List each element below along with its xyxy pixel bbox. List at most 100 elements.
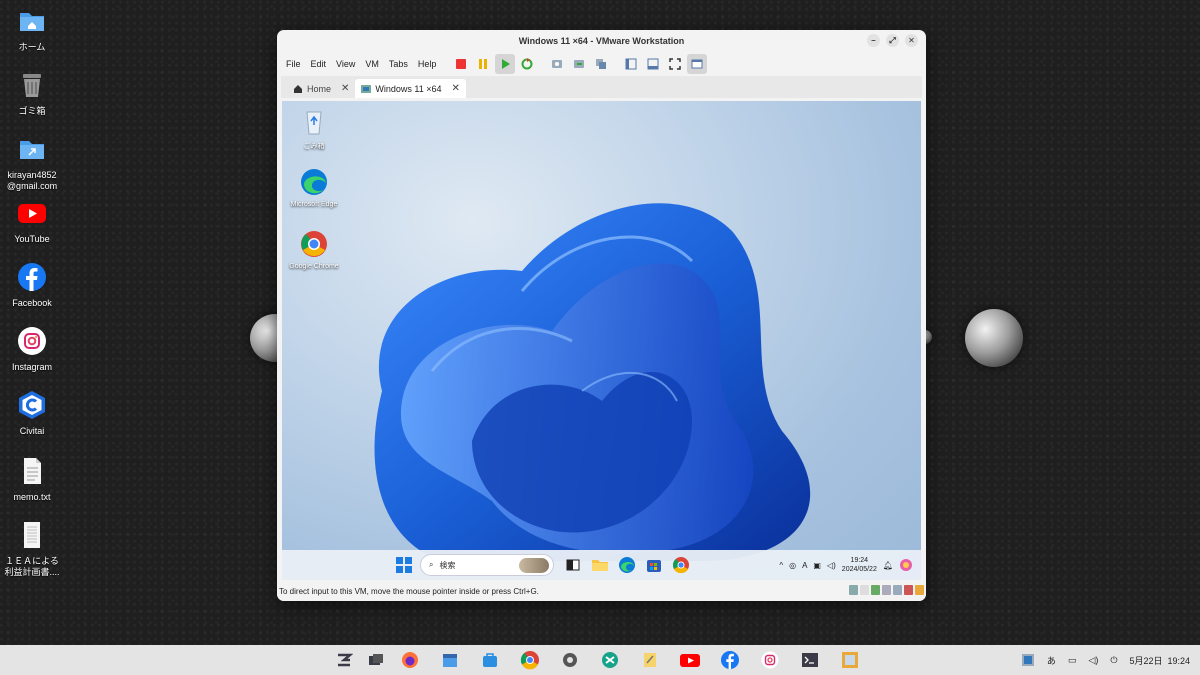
taskbar-terminal[interactable] <box>800 650 820 670</box>
taskbar-instagram[interactable] <box>760 650 780 670</box>
menu-vm[interactable]: VM <box>360 59 384 69</box>
desktop-icon-facebook[interactable]: Facebook <box>0 262 64 309</box>
desktop-icon-youtube[interactable]: YouTube <box>0 198 64 245</box>
search-placeholder: 検索 <box>439 560 456 570</box>
guest-icon-recycle-bin[interactable]: ごみ箱 <box>284 107 344 151</box>
notification-bell-icon[interactable]: 🔔︎ <box>883 561 893 570</box>
menu-file[interactable]: File <box>281 59 306 69</box>
taskbar-chrome[interactable] <box>672 556 690 574</box>
power-off-button[interactable] <box>451 54 471 74</box>
guest-taskbar: ⌕ 検索 ^ ◎ A ▣ ◁) 19:24 2024/05/22 🔔︎ <box>282 550 921 580</box>
menu-view[interactable]: View <box>331 59 360 69</box>
desktop-icon-document[interactable]: １ＥＡによる 利益計画書.... <box>0 520 64 578</box>
desktop-icon-label: ゴミ箱 <box>18 106 46 116</box>
snapshot-manager-button[interactable] <box>591 54 611 74</box>
hdd-status-icon[interactable] <box>849 585 858 595</box>
taskbar-chrome[interactable] <box>520 650 540 670</box>
power-on-button[interactable] <box>495 54 516 74</box>
facebook-icon <box>721 651 739 669</box>
desktop-icon-home[interactable]: ホーム <box>0 6 64 53</box>
vm-guest-screen[interactable]: ごみ箱 Microsoft Edge Google Chrome ⌕ 検索 ^ … <box>282 101 921 580</box>
guest-icon-edge[interactable]: Microsoft Edge <box>284 167 344 208</box>
guest-clock[interactable]: 19:24 2024/05/22 <box>842 556 877 574</box>
revert-snapshot-button[interactable] <box>569 54 589 74</box>
store-icon <box>647 560 661 572</box>
network-icon[interactable]: ◎ <box>789 561 796 570</box>
recycle-bin-icon <box>306 111 322 135</box>
taskbar-store[interactable] <box>645 556 663 574</box>
cdrom-status-icon[interactable] <box>860 585 869 595</box>
taskbar-zorin-connect[interactable] <box>600 650 620 670</box>
guest-search-box[interactable]: ⌕ 検索 <box>420 554 554 576</box>
volume-icon[interactable]: ◁) <box>1088 655 1098 666</box>
tab-vm[interactable]: Windows 11 ×64 ✕ <box>355 79 466 98</box>
close-tab-icon[interactable]: ✕ <box>452 83 460 94</box>
display-icon[interactable]: ▭ <box>1068 655 1077 666</box>
show-thumbnails-button[interactable] <box>643 54 663 74</box>
copilot-icon[interactable] <box>899 558 913 572</box>
usb-status-icon[interactable] <box>882 585 891 595</box>
reset-button[interactable] <box>517 54 537 74</box>
device-status-icons <box>849 585 924 595</box>
thumbnail-bar-icon <box>647 58 659 70</box>
desktop-icon-civitai[interactable]: Civitai <box>0 390 64 437</box>
volume-icon[interactable]: ◁) <box>827 561 836 570</box>
tab-bar: Home ✕ Windows 11 ×64 ✕ <box>281 76 922 98</box>
workspace-switcher-button[interactable] <box>366 650 386 670</box>
sound-status-icon[interactable] <box>893 585 902 595</box>
window-titlebar[interactable]: Windows 11 ×64 - VMware Workstation – ⤢ … <box>277 30 926 52</box>
unity-button[interactable] <box>687 54 708 74</box>
menu-help[interactable]: Help <box>413 59 442 69</box>
desktop-icon-folder-link[interactable]: kirayan4852 @gmail.com <box>0 134 64 192</box>
guest-icon-chrome[interactable]: Google Chrome <box>284 229 344 270</box>
suspend-button[interactable] <box>473 54 493 74</box>
power-icon[interactable]: ⏻ <box>1110 655 1117 666</box>
taskbar-vmware[interactable] <box>840 650 860 670</box>
taskbar-youtube[interactable] <box>680 650 700 670</box>
firefox-icon <box>402 652 418 668</box>
taskbar-settings[interactable] <box>560 650 580 670</box>
minimize-button[interactable]: – <box>867 34 880 47</box>
full-screen-button[interactable] <box>665 54 685 74</box>
show-library-button[interactable] <box>621 54 641 74</box>
tab-home[interactable]: Home ✕ <box>287 79 355 98</box>
windows-bloom-wallpaper <box>374 203 811 561</box>
menu-edit[interactable]: Edit <box>306 59 332 69</box>
files-icon <box>443 654 457 667</box>
desktop-icon-label: YouTube <box>14 234 50 244</box>
taskbar-text-editor[interactable] <box>640 650 660 670</box>
zorin-menu-button[interactable] <box>334 650 354 670</box>
message-status-icon[interactable] <box>915 585 924 595</box>
host-datetime[interactable]: 5月22日 19:24 <box>1129 654 1190 667</box>
ime-indicator[interactable]: A <box>802 561 807 570</box>
taskbar-files[interactable] <box>440 650 460 670</box>
taskbar-edge[interactable] <box>618 556 636 574</box>
decorative-sphere-right <box>965 309 1023 367</box>
close-button[interactable]: ✕ <box>905 34 918 47</box>
taskbar-firefox[interactable] <box>400 650 420 670</box>
printer-status-icon[interactable] <box>904 585 913 595</box>
vmware-tray-icon[interactable] <box>1021 653 1035 667</box>
desktop-icon-trash[interactable]: ゴミ箱 <box>0 70 64 117</box>
taskbar-facebook[interactable] <box>720 650 740 670</box>
search-highlight-image <box>519 558 549 573</box>
close-tab-icon[interactable]: ✕ <box>341 83 349 94</box>
taskbar-software[interactable] <box>480 650 500 670</box>
network-status-icon[interactable] <box>871 585 880 595</box>
taskbar-file-explorer[interactable] <box>591 556 609 574</box>
chevron-up-icon[interactable]: ^ <box>779 561 783 570</box>
chrome-icon <box>301 231 327 257</box>
desktop-icon-instagram[interactable]: Instagram <box>0 326 64 373</box>
snapshot-button[interactable] <box>547 54 567 74</box>
display-icon[interactable]: ▣ <box>813 561 821 570</box>
maximize-button[interactable]: ⤢ <box>886 34 899 47</box>
host-taskbar: あ ▭ ◁) ⏻ 5月22日 19:24 <box>0 645 1200 675</box>
task-view-button[interactable] <box>564 556 582 574</box>
menu-tabs[interactable]: Tabs <box>384 59 413 69</box>
folder-link-icon <box>20 141 44 159</box>
desktop-icon-label: memo.txt <box>13 492 51 502</box>
desktop-icon-label: ホーム <box>18 42 46 52</box>
desktop-icon-memo[interactable]: memo.txt <box>0 456 64 503</box>
start-button[interactable] <box>396 557 412 578</box>
host-ime-indicator[interactable]: あ <box>1047 654 1056 667</box>
